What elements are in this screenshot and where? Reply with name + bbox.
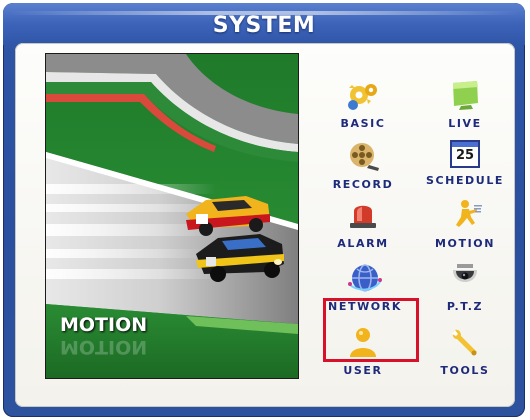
menu-item-tools[interactable]: TOOLS (422, 326, 508, 382)
menu-item-label: P.T.Z (446, 300, 484, 313)
wrench-icon (452, 329, 477, 356)
monitor-icon (453, 81, 478, 110)
menu-item-label: USER (343, 364, 383, 377)
calendar-day: 25 (455, 148, 475, 163)
selection-highlight (323, 298, 419, 362)
menu-item-label: MOTION (434, 237, 496, 250)
menu-item-schedule[interactable]: 25 SCHEDULE (422, 140, 508, 196)
running-person-icon (456, 200, 482, 227)
preview-label-reflection: MOTION (60, 336, 148, 358)
dome-camera-icon (453, 264, 477, 282)
menu-item-ptz[interactable]: P.T.Z (422, 262, 508, 318)
system-window: SYSTEM MOTION MOTION BASIC LIVE RECORD 2… (3, 3, 525, 417)
menu-item-alarm[interactable]: ALARM (320, 199, 406, 255)
menu-item-label: TOOLS (440, 364, 490, 377)
menu-item-label: RECORD (332, 178, 394, 191)
gears-icon (348, 84, 377, 110)
title-bar: SYSTEM (3, 3, 525, 45)
menu-item-label: SCHEDULE (425, 174, 505, 187)
calendar-icon: 25 (450, 140, 480, 168)
menu-item-live[interactable]: LIVE (422, 79, 508, 135)
window-title: SYSTEM (212, 13, 316, 38)
siren-icon (350, 205, 376, 228)
preview-image: MOTION MOTION (45, 53, 299, 379)
globe-icon (348, 264, 382, 292)
menu-item-record[interactable]: RECORD (320, 140, 406, 196)
menu-item-label: LIVE (448, 117, 482, 130)
menu-item-label: ALARM (337, 237, 389, 250)
menu-item-motion[interactable]: MOTION (422, 199, 508, 255)
menu-item-label: BASIC (340, 117, 386, 130)
film-reel-icon (350, 143, 379, 171)
menu-item-basic[interactable]: BASIC (320, 79, 406, 135)
menu-panel: MOTION MOTION BASIC LIVE RECORD 25 SCHED… (15, 43, 515, 407)
preview-label: MOTION (60, 314, 148, 336)
